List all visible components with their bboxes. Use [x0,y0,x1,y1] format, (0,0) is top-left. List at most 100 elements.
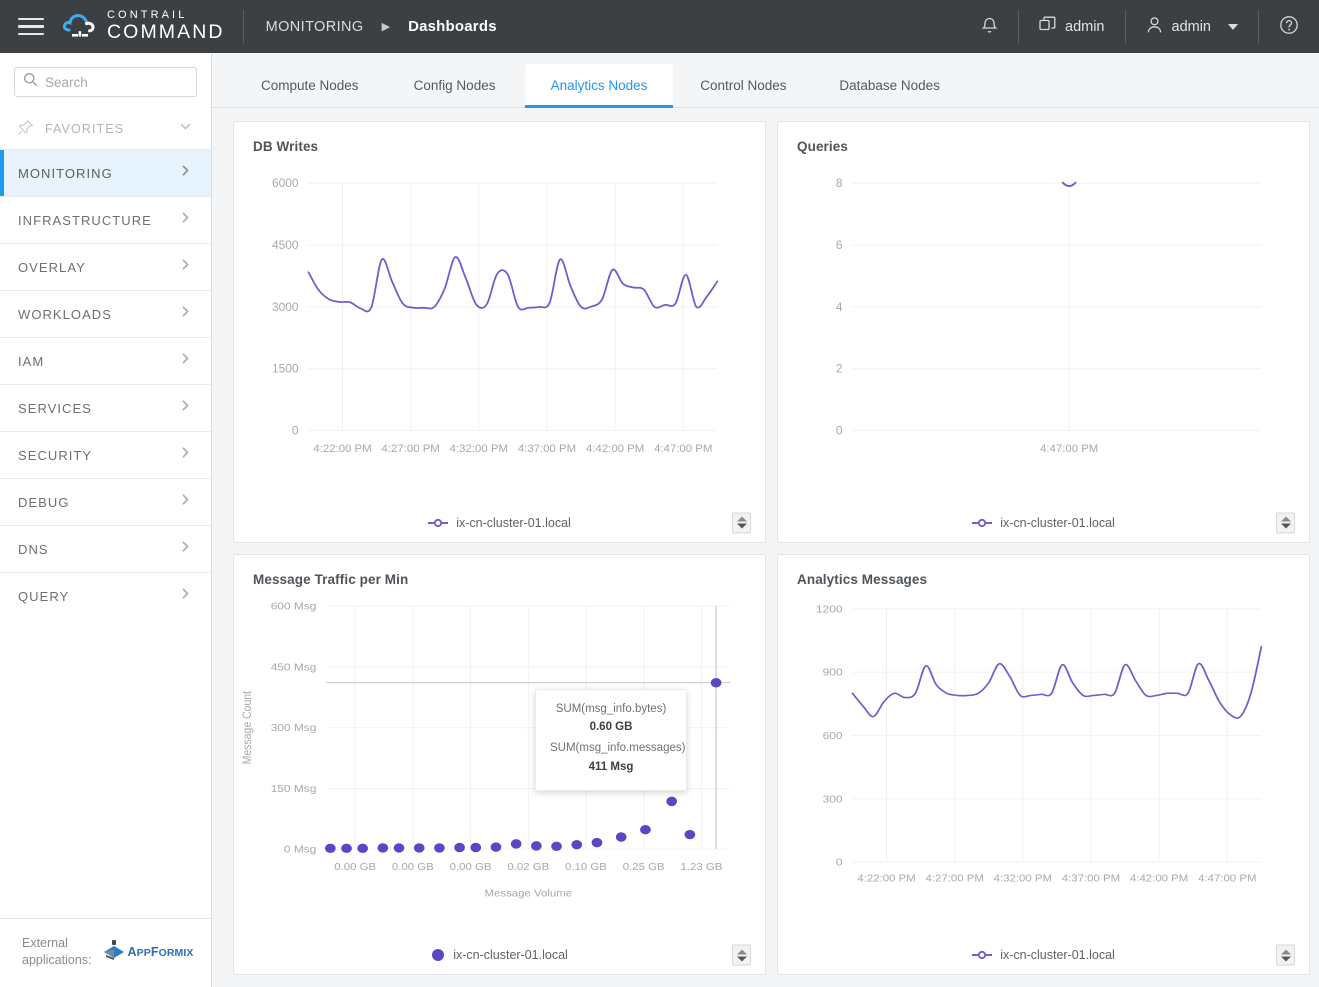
tooltip-value-messages: 411 Msg [588,760,634,773]
notifications-button[interactable] [961,10,1018,44]
cluster-selector[interactable]: admin [1019,10,1125,44]
sidebar-item-dns[interactable]: DNS [0,525,211,572]
tab-control-nodes[interactable]: Control Nodes [673,64,813,107]
tooltip-key-bytes: SUM(msg_info.bytes) [555,702,667,715]
svg-text:4:47:00 PM: 4:47:00 PM [654,443,712,455]
sidebar-item-label: INFRASTRUCTURE [18,212,152,228]
chart-tooltip: SUM(msg_info.bytes) 0.60 GB SUM(msg_info… [535,688,687,791]
external-applications-label-line1: External [22,936,68,951]
body-container: FAVORITES MONITORING INFRASTRUCTURE [0,53,1319,987]
chevron-down-icon [1228,23,1238,30]
search-input[interactable] [45,74,188,90]
legend-label: ix-cn-cluster-01.local [453,948,568,962]
sidebar-item-services[interactable]: SERVICES [0,384,211,431]
sidebar-item-label: OVERLAY [18,259,86,275]
hamburger-menu-icon[interactable] [0,17,62,36]
card-title: Queries [797,139,848,154]
user-menu[interactable]: admin [1126,10,1259,44]
external-applications-label-line2: applications: [22,953,92,968]
appformix-link[interactable]: APPFORMIX [102,939,194,966]
sidebar-item-iam[interactable]: IAM [0,337,211,384]
tab-label: Config Nodes [413,78,496,93]
tab-config-nodes[interactable]: Config Nodes [385,64,525,107]
svg-text:6000: 6000 [272,177,299,190]
stepper-down-arrow[interactable] [1280,956,1291,961]
hamburger-bar [18,25,44,28]
appformix-label: APPFORMIX [127,945,194,960]
search-field-wrapper[interactable] [14,67,197,97]
tab-label: Database Nodes [839,78,940,93]
svg-text:1200: 1200 [816,603,843,614]
help-button[interactable] [1259,10,1319,44]
chart-queries[interactable]: 0 2 4 6 8 4:47:00 PM [778,154,1309,504]
stepper-down-arrow[interactable] [736,523,747,529]
svg-text:150 Msg: 150 Msg [271,783,317,794]
chevron-right-icon [178,351,193,371]
legend-label: ix-cn-cluster-01.local [1000,948,1115,962]
svg-text:0.00 GB: 0.00 GB [392,861,434,872]
chevron-right-icon [178,210,193,230]
sidebar-item-monitoring[interactable]: MONITORING [0,149,211,196]
external-applications-label: External applications: [22,935,92,969]
up-down-stepper-icon[interactable] [732,512,751,533]
sidebar-item-debug[interactable]: DEBUG [0,478,211,525]
legend-label: ix-cn-cluster-01.local [456,515,571,530]
sidebar-favorites[interactable]: FAVORITES [0,109,211,149]
svg-text:0.02 GB: 0.02 GB [507,861,549,872]
svg-text:2: 2 [836,363,843,376]
svg-text:4:32:00 PM: 4:32:00 PM [994,873,1052,884]
sidebar-item-infrastructure[interactable]: INFRASTRUCTURE [0,196,211,243]
stepper-up-arrow[interactable] [1280,516,1291,522]
up-down-stepper-icon[interactable] [732,944,751,966]
card-db-writes: DB Writes 0 1500 3000 4500 6000 4:22:00 PM 4:2… [233,121,766,543]
legend-entry[interactable]: ix-cn-cluster-01.local [972,948,1115,962]
svg-text:4:47:00 PM: 4:47:00 PM [1198,873,1256,884]
sidebar-item-overlay[interactable]: OVERLAY [0,243,211,290]
chart-db-writes[interactable]: 0 1500 3000 4500 6000 4:22:00 PM 4:27:00 PM 4:3… [234,154,765,504]
tab-analytics-nodes[interactable]: Analytics Nodes [524,64,674,108]
svg-text:Message Count: Message Count [241,690,254,764]
stepper-up-arrow[interactable] [736,516,747,522]
chart-legend: ix-cn-cluster-01.local [234,504,765,542]
sidebar-item-security[interactable]: SECURITY [0,431,211,478]
legend-entry[interactable]: ix-cn-cluster-01.local [431,948,568,962]
tab-bar: Compute Nodes Config Nodes Analytics Nod… [212,53,1319,108]
breadcrumb-root[interactable]: MONITORING [266,19,364,35]
legend-entry[interactable]: ix-cn-cluster-01.local [972,516,1115,530]
stepper-down-arrow[interactable] [1280,523,1291,529]
help-circle-icon [1279,15,1299,39]
up-down-stepper-icon[interactable] [1276,512,1295,533]
legend-entry[interactable]: ix-cn-cluster-01.local [428,516,571,530]
svg-text:4:42:00 PM: 4:42:00 PM [1130,873,1188,884]
brand-logo[interactable]: CONTRAIL COMMAND [62,10,243,43]
up-down-stepper-icon[interactable] [1276,944,1295,966]
chevron-right-icon [178,304,193,324]
chevron-down-icon[interactable] [178,119,193,139]
tab-database-nodes[interactable]: Database Nodes [813,64,966,107]
sidebar-item-query[interactable]: QUERY [0,572,211,619]
svg-text:4:22:00 PM: 4:22:00 PM [313,443,371,455]
stepper-up-arrow[interactable] [736,949,747,954]
header-actions: admin admin [961,0,1319,53]
sidebar-item-label: SERVICES [18,400,92,416]
stepper-up-arrow[interactable] [1280,949,1291,954]
tab-compute-nodes[interactable]: Compute Nodes [235,64,385,107]
svg-text:300: 300 [823,793,843,804]
user-avatar-icon [1146,16,1163,38]
svg-text:4:22:00 PM: 4:22:00 PM [857,873,915,884]
chart-analytics-messages[interactable]: 0 300 600 900 1200 4:22:00 PM 4:27:00 PM 4:32:0… [778,587,1309,937]
brand-name-top: CONTRAIL [107,9,188,22]
svg-text:0.25 GB: 0.25 GB [623,861,665,872]
sidebar-item-workloads[interactable]: WORKLOADS [0,290,211,337]
chevron-right-icon [178,586,193,606]
chart-message-traffic[interactable]: 0 Msg 150 Msg 300 Msg 450 Msg 600 Msg 0.00 GB… [234,587,765,937]
chevron-right-icon [178,398,193,418]
card-title: Analytics Messages [797,571,928,587]
sidebar-item-label: QUERY [18,588,70,604]
svg-text:450 Msg: 450 Msg [271,662,317,673]
stepper-down-arrow[interactable] [736,956,747,961]
tab-label: Compute Nodes [261,78,359,93]
sidebar-item-label: DNS [18,541,49,557]
card-message-traffic-per-min: Message Traffic per Min 0 Msg 150 Msg 300 … [233,553,766,975]
hamburger-bar [18,32,44,36]
